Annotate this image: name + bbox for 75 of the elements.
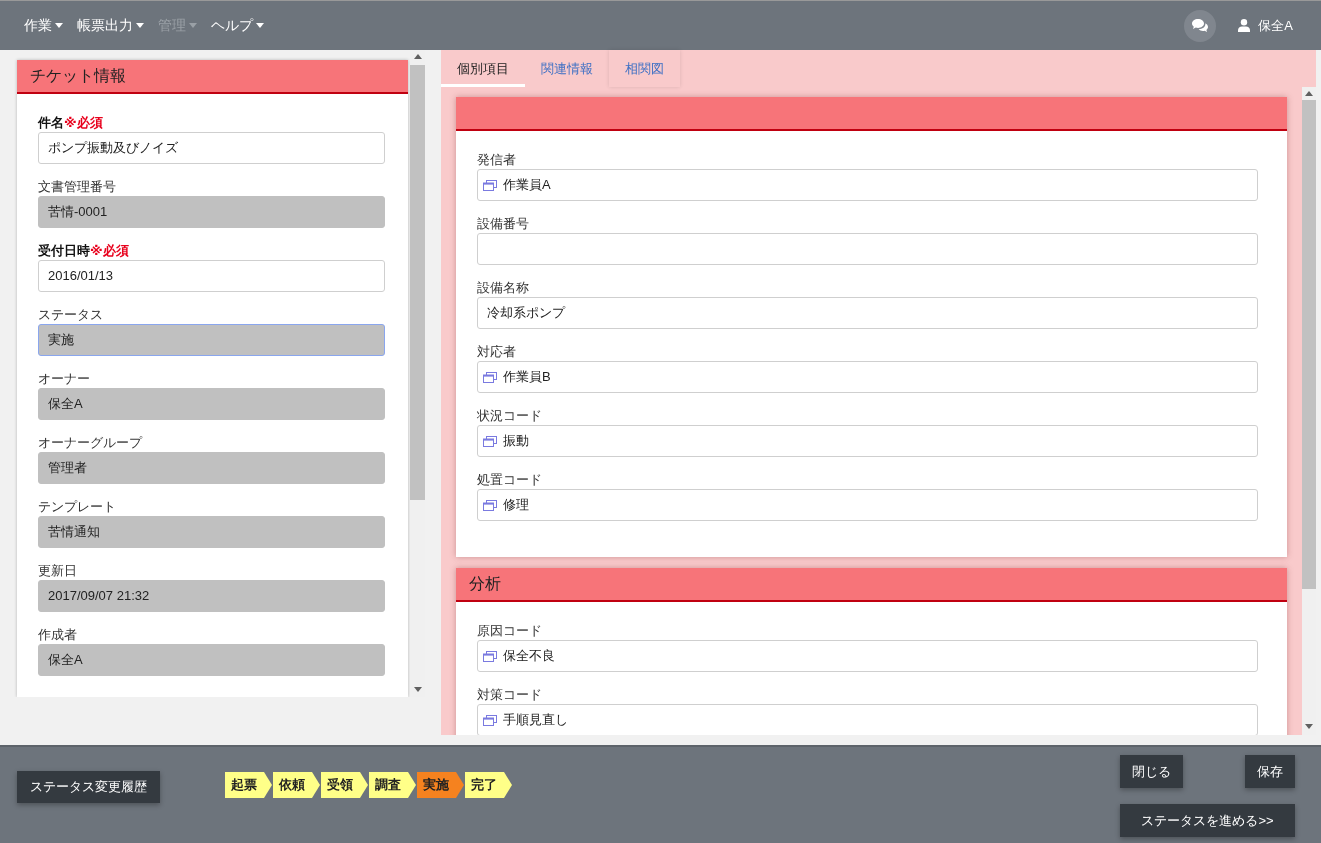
field-label: オーナーグループ: [38, 435, 142, 450]
scroll-up-icon[interactable]: [413, 54, 422, 59]
workflow-step: 依頼: [273, 772, 320, 798]
tab[interactable]: 個別項目: [441, 50, 525, 87]
required-note: ※必須: [90, 243, 129, 258]
lookup-field[interactable]: 振動: [477, 425, 1258, 457]
menu-item[interactable]: ヘルプ: [209, 14, 266, 37]
lookup-icon[interactable]: [483, 371, 497, 383]
field-label: テンプレート: [38, 499, 116, 514]
input-field[interactable]: 苦情-0001: [38, 196, 385, 228]
menu-item[interactable]: 帳票出力: [75, 14, 146, 37]
input-field[interactable]: 実施: [38, 324, 385, 356]
field-label: 設備番号: [477, 216, 529, 231]
workflow-step: 受領: [321, 772, 368, 798]
lookup-icon[interactable]: [483, 714, 497, 726]
required-note: ※必須: [64, 115, 103, 130]
caret-icon: [189, 23, 197, 28]
field-label: 件名: [38, 115, 64, 130]
field-label: オーナー: [38, 371, 90, 386]
field-label: 作成者: [38, 627, 77, 642]
save-button[interactable]: 保存: [1245, 755, 1295, 788]
input-field[interactable]: 2016/01/13: [38, 260, 385, 292]
input-field[interactable]: 2017/09/07 21:32: [38, 580, 385, 612]
tab[interactable]: 相関図: [609, 50, 680, 87]
user-icon: [1238, 19, 1251, 32]
scroll-up-icon[interactable]: [1305, 91, 1313, 96]
status-history-button[interactable]: ステータス変更履歴: [17, 771, 160, 803]
scrollbar-thumb[interactable]: [1302, 100, 1316, 589]
lookup-icon[interactable]: [483, 435, 497, 447]
field-label: 対策コード: [477, 687, 542, 702]
workflow-step: 完了: [465, 772, 512, 798]
lookup-icon[interactable]: [483, 179, 497, 191]
lookup-field[interactable]: 作業員A: [477, 169, 1258, 201]
field-label: 設備名称: [477, 280, 529, 295]
input-field[interactable]: 保全A: [38, 644, 385, 676]
close-button[interactable]: 閉じる: [1120, 755, 1183, 788]
field-label: 対応者: [477, 344, 516, 359]
lookup-field[interactable]: 手順見直し: [477, 704, 1258, 735]
input-field[interactable]: 保全A: [38, 388, 385, 420]
workflow-step: 調査: [369, 772, 416, 798]
lookup-field[interactable]: 保全不良: [477, 640, 1258, 672]
chat-icon: [1192, 19, 1209, 32]
caret-icon: [136, 23, 144, 28]
input-field[interactable]: 冷却系ポンプ: [477, 297, 1258, 329]
field-label: 原因コード: [477, 623, 542, 638]
menu-item[interactable]: 作業: [22, 14, 65, 37]
workflow-step: 起票: [225, 772, 272, 798]
field-label: ステータス: [38, 307, 103, 322]
scroll-down-icon[interactable]: [1305, 724, 1313, 729]
field-label: 受付日時: [38, 243, 90, 258]
panel-header: チケット情報: [17, 60, 408, 94]
scroll-down-icon[interactable]: [413, 687, 422, 692]
input-field[interactable]: [477, 233, 1258, 265]
chat-button[interactable]: [1184, 9, 1217, 42]
tab[interactable]: 関連情報: [525, 50, 609, 87]
field-label: 発信者: [477, 152, 516, 167]
caret-icon: [256, 23, 264, 28]
lookup-field[interactable]: 作業員B: [477, 361, 1258, 393]
caret-icon: [55, 23, 63, 28]
lookup-icon[interactable]: [483, 499, 497, 511]
lookup-field[interactable]: 修理: [477, 489, 1258, 521]
user-menu[interactable]: 保全A: [1238, 16, 1293, 35]
field-label: 処置コード: [477, 472, 542, 487]
scrollbar-thumb[interactable]: [410, 65, 425, 500]
input-field[interactable]: 管理者: [38, 452, 385, 484]
field-label: 更新日: [38, 563, 77, 578]
field-label: 文書管理番号: [38, 179, 116, 194]
input-field[interactable]: ポンプ振動及びノイズ: [38, 132, 385, 164]
field-label: 状況コード: [477, 408, 542, 423]
scrollbar[interactable]: [1302, 87, 1316, 735]
section-header: 分析: [456, 568, 1287, 602]
workflow-step: 実施: [417, 772, 464, 798]
advance-status-button[interactable]: ステータスを進める>>: [1120, 804, 1295, 837]
lookup-icon[interactable]: [483, 650, 497, 662]
input-field[interactable]: 苦情通知: [38, 516, 385, 548]
